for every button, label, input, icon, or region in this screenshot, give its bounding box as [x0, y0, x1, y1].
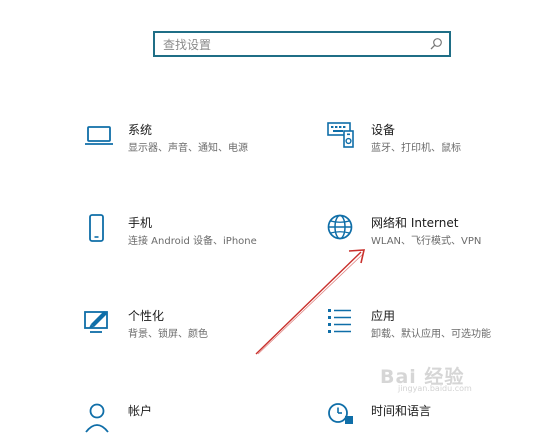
search-icon[interactable]	[429, 37, 443, 51]
tile-title: 帐户	[128, 404, 153, 418]
watermark-url: jingyan.baidu.com	[398, 384, 472, 393]
search-input[interactable]	[163, 37, 423, 53]
tile-title: 网络和 Internet	[371, 216, 459, 230]
time-language-icon	[328, 403, 353, 424]
tile-title: 手机	[128, 216, 153, 230]
personalization-icon	[84, 311, 108, 333]
tile-description: WLAN、飞行模式、VPN	[371, 236, 482, 247]
laptop-icon	[85, 126, 113, 145]
tile-apps[interactable]: 应用 卸载、默认应用、可选功能	[327, 307, 547, 357]
apps-list-icon	[328, 309, 351, 333]
account-icon	[85, 403, 109, 433]
tile-devices[interactable]: 设备 蓝牙、打印机、鼠标	[327, 121, 547, 171]
tile-description: 卸载、默认应用、可选功能	[371, 329, 491, 340]
tile-title: 个性化	[128, 309, 165, 323]
phone-icon	[89, 214, 104, 242]
tile-title: 时间和语言	[371, 404, 432, 418]
globe-icon	[327, 214, 353, 240]
keyboard-devices-icon	[327, 122, 354, 148]
tile-time-language[interactable]: 时间和语言	[327, 402, 547, 448]
search-box[interactable]	[153, 31, 451, 57]
tile-title: 设备	[371, 123, 396, 137]
tile-description: 蓝牙、打印机、鼠标	[371, 143, 461, 154]
tile-description: 背景、锁屏、颜色	[128, 329, 208, 340]
tile-personalization[interactable]: 个性化 背景、锁屏、颜色	[84, 307, 304, 357]
tile-network-internet[interactable]: 网络和 Internet WLAN、飞行模式、VPN	[327, 214, 547, 264]
tile-description: 连接 Android 设备、iPhone	[128, 236, 257, 247]
settings-page: 系统 显示器、声音、通知、电源 设备 蓝牙、打印机、鼠标 手机 连接 Andro…	[0, 0, 552, 448]
tile-accounts[interactable]: 帐户	[84, 402, 304, 448]
tile-description: 显示器、声音、通知、电源	[128, 143, 248, 154]
tile-title: 应用	[371, 309, 396, 323]
tile-title: 系统	[128, 123, 153, 137]
tile-system[interactable]: 系统 显示器、声音、通知、电源	[84, 121, 304, 171]
tile-phone[interactable]: 手机 连接 Android 设备、iPhone	[84, 214, 304, 264]
